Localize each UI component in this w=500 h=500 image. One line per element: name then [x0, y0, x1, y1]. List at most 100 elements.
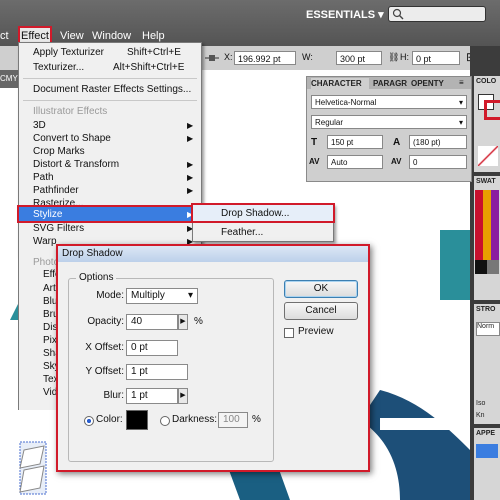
x-label: X: [224, 52, 233, 62]
mode-value: Multiply [131, 290, 165, 301]
x-offset-stepper[interactable] [126, 340, 132, 356]
menu-item-3d[interactable]: 3D [33, 119, 46, 132]
document-tab[interactable]: CMY [0, 70, 18, 88]
menu-item-convert-to-shape[interactable]: Convert to Shape [33, 132, 111, 145]
x-offset-label: X Offset: [85, 342, 124, 353]
x-field[interactable]: 196.992 pt [234, 51, 296, 65]
tab-opentype[interactable]: OPENTY [411, 78, 444, 89]
menu-item-texturizer[interactable]: Texturizer... [33, 61, 84, 74]
shadow-color-swatch[interactable] [126, 410, 148, 430]
swatch-grid[interactable] [475, 190, 499, 260]
opacity-stepper[interactable]: ▶ [178, 314, 188, 330]
ok-button[interactable]: OK [284, 280, 358, 298]
stroke-swatch[interactable] [484, 100, 500, 120]
menu-item-apply-texturizer[interactable]: Apply Texturizer [33, 46, 104, 59]
h-field[interactable]: 0 pt [412, 51, 460, 65]
color-panel[interactable]: COLO [474, 76, 500, 172]
opacity-field[interactable]: 40 [126, 314, 178, 330]
blend-mode-field[interactable]: Norm [476, 322, 500, 336]
align-icon[interactable] [204, 53, 220, 63]
y-offset-label: Y Offset: [85, 366, 124, 377]
blur-field[interactable]: 1 pt [126, 388, 178, 404]
tab-paragraph[interactable]: PARAGR [373, 78, 407, 89]
chevron-down-icon: ▾ [458, 118, 463, 127]
link-icon[interactable]: ⛓ [388, 52, 399, 63]
menu-item-warp[interactable]: Warp [33, 235, 57, 248]
kerning-field[interactable]: Auto [327, 155, 383, 169]
cancel-button[interactable]: Cancel [284, 302, 358, 320]
selected-shape[interactable] [14, 440, 56, 496]
darkness-unit: % [252, 414, 261, 425]
tab-character[interactable]: CHARACTER [311, 78, 369, 89]
leading-icon: A [393, 137, 401, 148]
dialog-titlebar[interactable]: Drop Shadow [58, 246, 368, 262]
none-swatch[interactable] [478, 146, 498, 166]
font-style-value: Regular [315, 118, 344, 127]
appearance-panel-label: APPE [476, 430, 496, 437]
swatches-panel[interactable]: SWAT [474, 176, 500, 300]
preview-checkbox[interactable] [284, 328, 294, 338]
w-field[interactable]: 300 pt [336, 51, 382, 65]
font-size-icon: T [311, 137, 318, 148]
color-label: Color: [96, 414, 123, 425]
menu-item-stylize-label: Stylize [33, 209, 63, 220]
font-family-select[interactable]: Helvetica-Normal ▾ [311, 95, 467, 109]
swatch-grays[interactable] [475, 260, 499, 274]
isolate-label: Iso [476, 400, 486, 407]
h-label: H: [400, 52, 409, 62]
stroke-panel-label: STRO [476, 306, 496, 313]
submenu-arrow-icon: ▶ [187, 134, 194, 143]
chevron-down-icon: ▾ [187, 290, 193, 301]
shortcut-apply: Shift+Ctrl+E [127, 47, 181, 58]
darkness-radio[interactable] [160, 416, 170, 426]
drop-shadow-dialog: Drop Shadow Options Mode: Multiply ▾ Opac… [56, 244, 370, 472]
menu-item-pathfinder[interactable]: Pathfinder [33, 184, 79, 197]
kerning-icon: AV [309, 157, 320, 166]
blur-stepper[interactable]: ▶ [178, 388, 188, 404]
shortcut-texturizer: Alt+Shift+Ctrl+E [113, 62, 185, 73]
menu-object[interactable]: ct [0, 28, 9, 44]
kerning-value: Auto [331, 158, 348, 167]
tracking-value: 0 [413, 158, 418, 167]
options-legend: Options [76, 272, 117, 283]
menu-separator [23, 78, 197, 79]
submenu-arrow-icon: ▶ [187, 160, 194, 169]
shadow-color-fill [127, 411, 147, 429]
workspace-label: ESSENTIALS [306, 9, 376, 21]
leading-field[interactable]: (180 pt) [409, 135, 467, 149]
search-icon [392, 8, 404, 20]
effect-menu-continued: Photo Effe Arti Blu Bru Dis Pix Sha Sky … [18, 254, 61, 410]
character-panel: CHARACTER PARAGR OPENTY ≡ Helvetica-Norm… [306, 76, 472, 182]
submenu-arrow-icon: ▶ [187, 121, 194, 130]
menu-item-path[interactable]: Path [33, 171, 54, 184]
mode-select[interactable]: Multiply ▾ [126, 288, 198, 304]
submenu-arrow-icon: ▶ [187, 173, 194, 182]
font-size-field[interactable]: 150 pt [327, 135, 383, 149]
menu-item-document-raster-effects[interactable]: Document Raster Effects Settings... [33, 83, 191, 96]
darkness-field[interactable]: 100 [218, 412, 248, 428]
opacity-unit: % [194, 316, 203, 327]
submenu-arrow-icon: ▶ [187, 186, 194, 195]
font-size-value: 150 pt [331, 138, 354, 147]
font-style-select[interactable]: Regular ▾ [311, 115, 467, 129]
y-offset-field[interactable]: 1 pt [126, 364, 188, 380]
tracking-field[interactable]: 0 [409, 155, 467, 169]
preview-label: Preview [298, 326, 334, 337]
workspace-switcher[interactable]: ESSENTIALS ▾ [306, 8, 384, 21]
appearance-selected-row[interactable] [476, 444, 498, 458]
x-offset-field[interactable]: 0 pt [126, 340, 178, 356]
color-radio[interactable] [84, 416, 94, 426]
menu-item-pixelate[interactable]: Pix [43, 334, 57, 347]
menu-item-distort-transform[interactable]: Distort & Transform [33, 158, 119, 171]
menu-item-crop-marks[interactable]: Crop Marks [33, 145, 85, 158]
menu-item-feather[interactable]: Feather... [221, 226, 263, 239]
stroke-panel[interactable]: STRO Norm Iso Kn [474, 304, 500, 424]
opacity-label: Opacity: [87, 316, 124, 327]
tracking-icon: AV [391, 157, 402, 166]
menu-item-svg-filters[interactable]: SVG Filters [33, 222, 84, 235]
stylize-submenu: Drop Shadow... Feather... [191, 203, 335, 242]
swatches-panel-label: SWAT [476, 178, 496, 185]
search-input[interactable] [388, 6, 486, 22]
appearance-panel[interactable]: APPE [474, 428, 500, 500]
panel-menu-icon[interactable]: ≡ [459, 78, 464, 87]
